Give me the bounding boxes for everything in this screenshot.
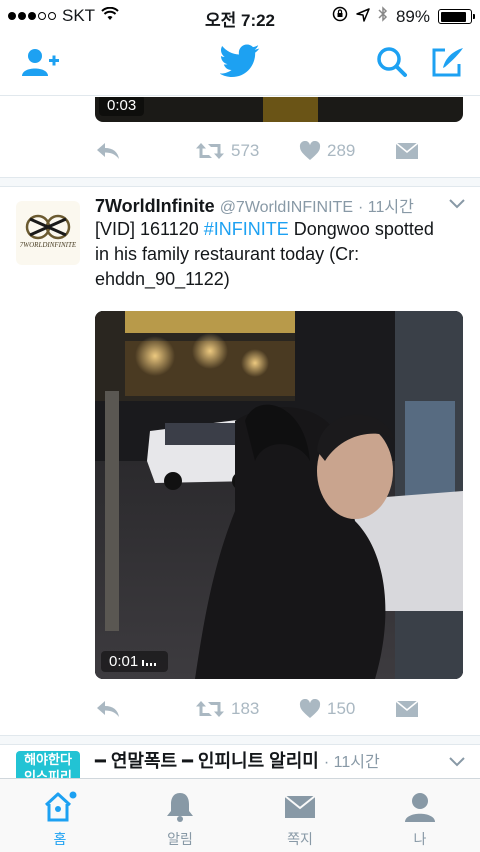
tweet-timestamp: · 11시간 [358,199,414,216]
volume-bars-icon [142,653,160,670]
profile-icon [405,793,435,822]
video-duration-text: 0:01 [109,653,139,670]
tweet-header: 7WorldInfinite @7WorldINFINITE · 11시간 [95,193,414,217]
tab-home[interactable]: 홈 [0,779,120,852]
tab-notifications-label: 알림 [167,831,193,847]
reply-icon[interactable] [95,141,121,161]
tab-profile[interactable]: 나 [360,779,480,852]
next-avatar-line1: 해야한다 [24,752,72,767]
rotation-lock-icon [332,6,348,27]
tab-profile-label: 나 [413,831,427,847]
home-icon [44,791,77,822]
video-duration-badge: 0:01 [101,651,169,672]
next-tweet-avatar[interactable]: 해야한다 인스피리 [16,751,80,778]
bottom-tab-bar: 홈 알림 쪽지 나 [0,778,480,852]
next-display-name[interactable]: ━ 연말폭트 ━ 인피니트 알리미 [95,751,319,771]
avatar[interactable]: 7WORLDINFINITE [16,201,80,265]
top-nav-bar [0,32,480,96]
like-button[interactable]: 289 [299,141,355,161]
tab-messages-label: 쪽지 [287,831,313,847]
reply-icon[interactable] [95,699,121,719]
user-handle[interactable]: @7WorldINFINITE [220,199,353,216]
bell-icon [167,793,193,822]
tweet-divider [0,177,480,187]
bluetooth-icon [378,6,388,27]
direct-message-icon[interactable] [395,142,419,160]
search-icon[interactable] [376,46,408,83]
tab-home-label: 홈 [53,831,67,847]
previous-tweet-actions: 573 289 [95,138,425,164]
tweet-actions: 183 150 [95,696,425,722]
retweet-button[interactable]: 573 [195,140,259,162]
status-bar: SKT 오전 7:22 89% [0,0,480,32]
tweet-text-prefix: [VID] 161120 [95,219,204,239]
chevron-down-icon[interactable] [448,755,466,773]
envelope-icon [284,795,316,818]
display-name[interactable]: 7WorldInfinite [95,196,215,216]
retweet-count: 183 [231,699,260,718]
retweet-button[interactable]: 183 [195,698,259,720]
location-icon [356,7,370,27]
retweet-count: 573 [231,141,260,160]
chevron-down-icon[interactable] [448,197,466,215]
tab-notifications[interactable]: 알림 [120,779,240,852]
tweet-text: [VID] 161120 #INFINITE Dongwoo spotted i… [95,217,445,292]
avatar-logo-text: 7WORLDINFINITE [19,241,77,249]
previous-tweet-video[interactable]: 0:03 [95,97,463,122]
like-button[interactable]: 150 [299,699,355,719]
tab-messages[interactable]: 쪽지 [240,779,360,852]
tweet-divider [0,735,480,745]
hashtag-link[interactable]: #INFINITE [204,219,289,239]
battery-percentage: 89% [395,6,430,26]
timeline-feed[interactable]: 0:03 573 289 7WORLDINFINITE 7WorldInfini… [0,97,480,778]
like-count: 289 [327,141,356,160]
like-count: 150 [327,699,356,718]
battery-icon [438,9,475,24]
next-avatar-line2: 인스피리 [24,769,72,778]
compose-icon[interactable] [431,46,465,83]
twitter-bird-icon[interactable] [219,44,260,83]
add-user-icon[interactable] [22,46,60,85]
next-tweet-header: ━ 연말폭트 ━ 인피니트 알리미 · 11시간 [95,747,380,773]
tweet-video[interactable]: 0:01 [95,311,463,679]
video-frame [95,311,463,679]
video-duration-badge: 0:03 [99,97,145,116]
next-tweet-timestamp: · 11시간 [323,754,380,771]
direct-message-icon[interactable] [395,700,419,718]
